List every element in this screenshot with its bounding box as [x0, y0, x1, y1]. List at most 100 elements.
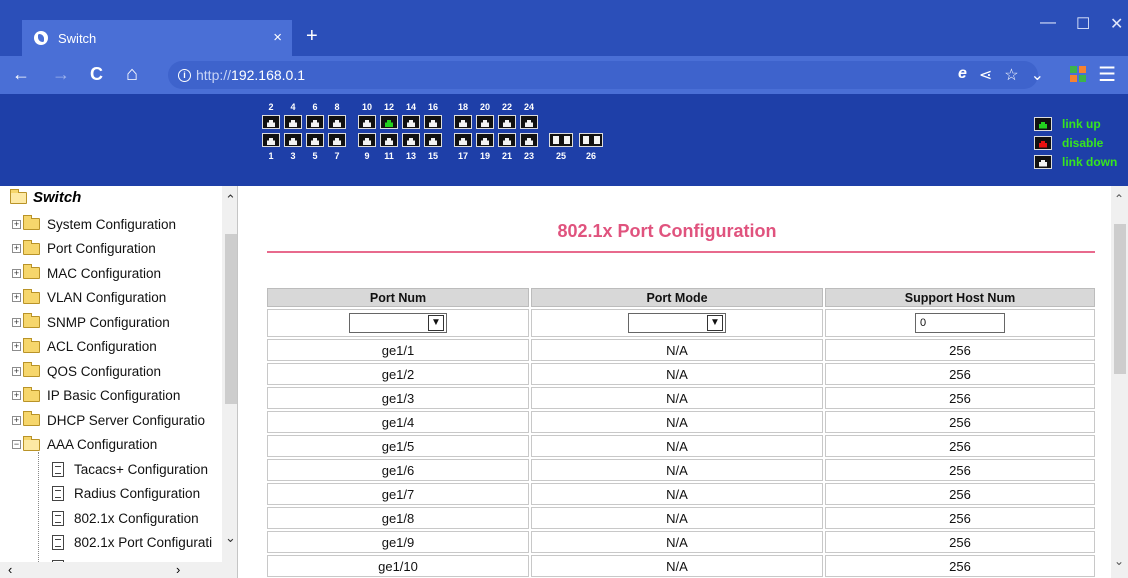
- port-4-icon[interactable]: [284, 115, 302, 129]
- expand-icon[interactable]: +: [12, 219, 21, 229]
- expand-icon[interactable]: +: [12, 244, 21, 253]
- scroll-down-icon[interactable]: ⌄: [1114, 554, 1124, 568]
- sidebar-item[interactable]: − AAA Configuration: [12, 433, 157, 457]
- sidebar-subitem[interactable]: 802.1x Port Configurati: [52, 531, 212, 555]
- home-icon[interactable]: ⌂: [126, 64, 138, 84]
- expand-icon[interactable]: +: [12, 268, 21, 278]
- port-6-icon[interactable]: [306, 115, 324, 129]
- legend-link-up: link up: [1062, 116, 1101, 131]
- share-icon[interactable]: ⋖: [979, 65, 992, 85]
- folder-icon: [23, 215, 40, 230]
- port-13-icon[interactable]: [402, 133, 420, 147]
- port-23-icon[interactable]: [520, 133, 538, 147]
- apps-icon[interactable]: [1070, 66, 1086, 82]
- sidebar-item[interactable]: + System Configuration: [12, 212, 176, 236]
- port-9-icon[interactable]: [358, 133, 376, 147]
- port-number-label: 3: [290, 151, 296, 161]
- forward-icon[interactable]: →: [52, 64, 70, 84]
- port-3-icon[interactable]: [284, 133, 302, 147]
- sidebar-item[interactable]: + ACL Configuration: [12, 335, 157, 359]
- port-18-icon[interactable]: [454, 115, 472, 129]
- scroll-down-icon[interactable]: ⌄: [225, 530, 236, 546]
- cell-host-num: 256: [825, 483, 1095, 505]
- sidebar-item[interactable]: + MAC Configuration: [12, 261, 161, 285]
- port-7-icon[interactable]: [328, 133, 346, 147]
- sidebar-subitem[interactable]: 802.1x Configuration: [52, 506, 199, 530]
- port-10-icon[interactable]: [358, 115, 376, 129]
- scroll-up-icon[interactable]: ⌃: [1114, 192, 1124, 206]
- port-19-icon[interactable]: [476, 133, 494, 147]
- port-20-icon[interactable]: [476, 115, 494, 129]
- menu-icon[interactable]: ☰: [1098, 62, 1116, 87]
- sidebar-subitem-label: 802.1x Port Configurati: [74, 535, 213, 550]
- sidebar-item[interactable]: + Port Configuration: [12, 237, 156, 261]
- sidebar-item[interactable]: + SNMP Configuration: [12, 310, 170, 334]
- table-row: ge1/9 N/A 256: [267, 531, 1095, 553]
- cell-host-num: 256: [825, 387, 1095, 409]
- cell-port-mode: N/A: [531, 339, 823, 361]
- cell-host-num: 256: [825, 363, 1095, 385]
- reload-icon[interactable]: C: [90, 64, 103, 84]
- scroll-right-icon[interactable]: ›: [176, 562, 180, 577]
- port-12-icon[interactable]: [380, 115, 398, 129]
- address-toolbar: ← → C ⌂ i http:// 192.168.0.1 e ⋖ ☆ ⌄ ☰: [0, 56, 1128, 94]
- sfp-port-25-icon[interactable]: [549, 133, 573, 147]
- expand-icon[interactable]: +: [12, 317, 21, 327]
- port-22-icon[interactable]: [498, 115, 516, 129]
- port-21-icon[interactable]: [498, 133, 516, 147]
- port-24-icon[interactable]: [520, 115, 538, 129]
- sidebar-hscrollbar[interactable]: ‹ ›: [0, 562, 222, 578]
- bookmark-star-icon[interactable]: ☆: [1004, 65, 1018, 85]
- port-1-icon[interactable]: [262, 133, 280, 147]
- sidebar-subitem[interactable]: Radius Configuration: [52, 482, 200, 506]
- collapse-icon[interactable]: −: [12, 440, 21, 449]
- sidebar-item[interactable]: + IP Basic Configuration: [12, 384, 180, 408]
- window-close-icon[interactable]: ✕: [1110, 14, 1123, 34]
- minimize-icon[interactable]: —: [1040, 14, 1056, 32]
- new-tab-button[interactable]: +: [306, 26, 318, 46]
- cell-port-num: ge1/3: [267, 387, 529, 409]
- sidebar-scroll-thumb[interactable]: [225, 234, 237, 404]
- sidebar-scrollbar[interactable]: ⌃ ⌄: [222, 186, 237, 578]
- header-port-mode: Port Mode: [531, 288, 823, 307]
- tree-root[interactable]: Switch: [10, 188, 81, 206]
- port-17-icon[interactable]: [454, 133, 472, 147]
- port-16-icon[interactable]: [424, 115, 442, 129]
- expand-icon[interactable]: +: [12, 391, 21, 400]
- port-15-icon[interactable]: [424, 133, 442, 147]
- expand-icon[interactable]: +: [12, 342, 21, 351]
- port-5-icon[interactable]: [306, 133, 324, 147]
- sidebar-item[interactable]: + QOS Configuration: [12, 359, 161, 383]
- port-14-icon[interactable]: [402, 115, 420, 129]
- chevron-down-icon[interactable]: ⌄: [1031, 65, 1044, 85]
- sidebar-item[interactable]: + VLAN Configuration: [12, 286, 166, 310]
- open-folder-icon: [10, 188, 27, 204]
- port-num-select[interactable]: ▼: [349, 313, 447, 333]
- cell-port-mode: N/A: [531, 411, 823, 433]
- url-field[interactable]: i http:// 192.168.0.1: [168, 61, 1038, 89]
- ie-mode-icon[interactable]: e: [958, 65, 967, 85]
- tab-close-icon[interactable]: ×: [273, 29, 282, 46]
- host-num-input[interactable]: 0: [915, 313, 1005, 333]
- port-mode-select[interactable]: ▼: [628, 313, 726, 333]
- expand-icon[interactable]: +: [12, 366, 21, 376]
- port-number-label: 18: [457, 102, 468, 112]
- info-icon[interactable]: i: [178, 68, 191, 82]
- main-scrollbar[interactable]: ⌃ ⌄: [1111, 186, 1128, 578]
- expand-icon[interactable]: +: [12, 415, 21, 425]
- main-scroll-thumb[interactable]: [1114, 224, 1126, 374]
- scroll-up-icon[interactable]: ⌃: [225, 192, 236, 208]
- chevron-down-icon[interactable]: ▼: [428, 315, 444, 331]
- expand-icon[interactable]: +: [12, 293, 21, 302]
- port-2-icon[interactable]: [262, 115, 280, 129]
- sidebar-subitem[interactable]: Tacacs+ Configuration: [52, 457, 208, 481]
- sfp-port-26-icon[interactable]: [579, 133, 603, 147]
- scroll-left-icon[interactable]: ‹: [8, 562, 12, 577]
- maximize-icon[interactable]: ☐: [1076, 14, 1090, 34]
- port-11-icon[interactable]: [380, 133, 398, 147]
- browser-tab[interactable]: Switch ×: [22, 20, 292, 56]
- chevron-down-icon[interactable]: ▼: [707, 315, 723, 331]
- sidebar-item[interactable]: + DHCP Server Configuratio: [12, 408, 205, 432]
- port-8-icon[interactable]: [328, 115, 346, 129]
- back-icon[interactable]: ←: [12, 64, 30, 84]
